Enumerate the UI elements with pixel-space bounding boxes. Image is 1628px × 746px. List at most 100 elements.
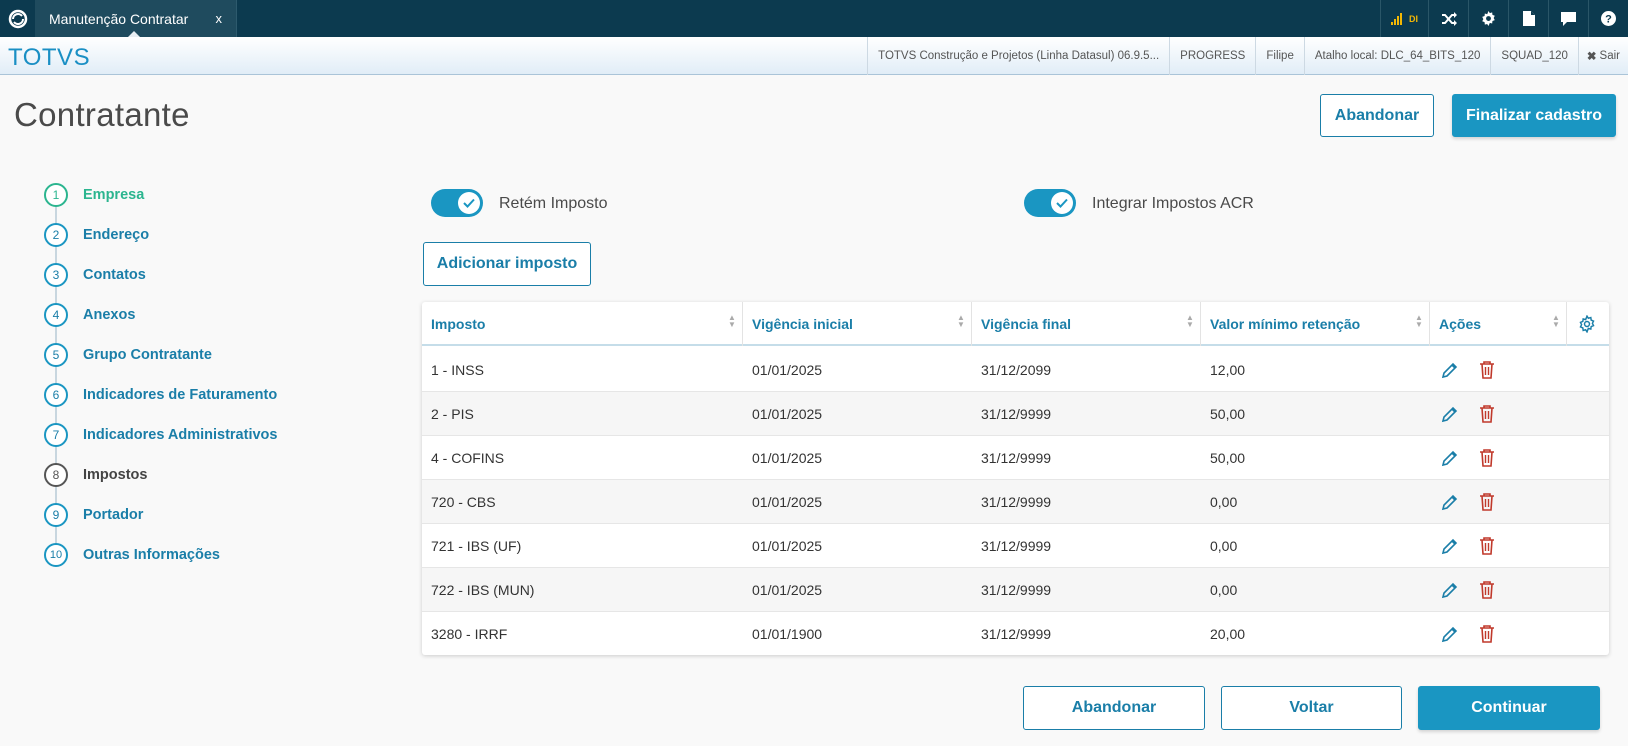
table-row: 721 - IBS (UF) 01/01/2025 31/12/9999 0,0… [422, 524, 1609, 568]
cell-valor-minimo: 50,00 [1210, 406, 1246, 422]
cell-valor-minimo: 0,00 [1210, 494, 1238, 510]
sort-icon[interactable]: ▲ ▼ [1415, 314, 1423, 329]
gear-icon[interactable] [1468, 0, 1508, 37]
totvs-logo-icon[interactable] [0, 0, 35, 37]
cell-vigencia-final: 31/12/9999 [981, 494, 1052, 510]
cell-vigencia-inicial: 01/01/2025 [752, 494, 823, 510]
continue-button[interactable]: Continuar [1418, 686, 1600, 730]
delete-trash-icon[interactable] [1476, 447, 1498, 469]
svg-text:?: ? [1605, 14, 1612, 26]
step-empresa[interactable]: 1 Empresa [44, 183, 144, 207]
table-row: 3280 - IRRF 01/01/1900 31/12/9999 20,00 [422, 612, 1609, 656]
integrar-impostos-acr-switch[interactable] [1024, 189, 1076, 217]
brand-logo: TOTVS [8, 44, 91, 71]
sort-icon[interactable]: ▲ ▼ [957, 314, 965, 329]
step-number: 8 [44, 463, 68, 487]
cell-vigencia-final: 31/12/9999 [981, 582, 1052, 598]
table-row: 722 - IBS (MUN) 01/01/2025 31/12/9999 0,… [422, 568, 1609, 612]
cell-imposto: 4 - COFINS [431, 450, 505, 466]
step-endereco[interactable]: 2 Endereço [44, 223, 149, 247]
step-number: 1 [44, 183, 68, 207]
table-row: 1 - INSS 01/01/2025 31/12/2099 12,00 [422, 348, 1609, 392]
add-tax-button[interactable]: Adicionar imposto [423, 242, 591, 286]
app-header: TOTVS TOTVS Construção e Projetos (Linha… [0, 37, 1628, 75]
step-number: 5 [44, 343, 68, 367]
header-info-squad: SQUAD_120 [1490, 37, 1577, 75]
logout-label: Sair [1599, 50, 1620, 62]
edit-pencil-icon[interactable] [1439, 579, 1461, 601]
step-number: 9 [44, 503, 68, 527]
step-grupo-contratante[interactable]: 5 Grupo Contratante [44, 343, 212, 367]
abandon-button-bottom[interactable]: Abandonar [1023, 686, 1205, 730]
cell-vigencia-inicial: 01/01/2025 [752, 406, 823, 422]
step-label: Grupo Contratante [83, 347, 212, 363]
cell-valor-minimo: 50,00 [1210, 450, 1246, 466]
step-anexos[interactable]: 4 Anexos [44, 303, 135, 327]
column-header-valor-minimo[interactable]: Valor mínimo retenção [1210, 302, 1360, 346]
table-row: 720 - CBS 01/01/2025 31/12/9999 0,00 [422, 480, 1609, 524]
header-info-shortcut: Atalho local: DLC_64_BITS_120 [1303, 37, 1491, 75]
edit-pencil-icon[interactable] [1439, 623, 1461, 645]
page-title: Contratante [14, 96, 190, 133]
signal-icon[interactable]: DI [1380, 0, 1428, 37]
chat-icon[interactable] [1548, 0, 1588, 37]
step-number: 10 [44, 543, 68, 567]
edit-pencil-icon[interactable] [1439, 403, 1461, 425]
step-portador[interactable]: 9 Portador [44, 503, 143, 527]
step-label: Endereço [83, 227, 150, 243]
edit-pencil-icon[interactable] [1439, 535, 1461, 557]
header-info-product: TOTVS Construção e Projetos (Linha Datas… [867, 37, 1169, 75]
step-contatos[interactable]: 3 Contatos [44, 263, 146, 287]
edit-pencil-icon[interactable] [1439, 447, 1461, 469]
delete-trash-icon[interactable] [1476, 403, 1498, 425]
finish-registration-button[interactable]: Finalizar cadastro [1452, 94, 1616, 137]
step-number: 2 [44, 223, 68, 247]
step-impostos[interactable]: 8 Impostos [44, 463, 147, 487]
step-number: 6 [44, 383, 68, 407]
abandon-button-top[interactable]: Abandonar [1320, 94, 1434, 137]
delete-trash-icon[interactable] [1476, 535, 1498, 557]
delete-trash-icon[interactable] [1476, 359, 1498, 381]
cell-imposto: 722 - IBS (MUN) [431, 582, 535, 598]
signal-label: DI [1409, 13, 1418, 24]
cell-imposto: 3280 - IRRF [431, 626, 508, 642]
retem-imposto-switch[interactable] [431, 189, 483, 217]
help-icon[interactable]: ? [1588, 0, 1628, 37]
delete-trash-icon[interactable] [1476, 579, 1498, 601]
cell-imposto: 2 - PIS [431, 406, 474, 422]
sort-icon[interactable]: ▲ ▼ [1186, 314, 1194, 329]
table-row: 4 - COFINS 01/01/2025 31/12/9999 50,00 [422, 436, 1609, 480]
cell-vigencia-final: 31/12/9999 [981, 538, 1052, 554]
cell-vigencia-final: 31/12/9999 [981, 626, 1052, 642]
logout-button[interactable]: ✖ Sair [1577, 37, 1628, 75]
step-outras-informacoes[interactable]: 10 Outras Informações [44, 543, 220, 567]
column-header-vigencia-final[interactable]: Vigência final [981, 302, 1071, 346]
column-divider [971, 302, 972, 346]
sort-icon[interactable]: ▲ ▼ [728, 314, 736, 329]
column-header-imposto[interactable]: Imposto [431, 302, 485, 346]
document-icon[interactable] [1508, 0, 1548, 37]
retem-imposto-label: Retém Imposto [499, 195, 608, 212]
step-indicadores-faturamento[interactable]: 6 Indicadores de Faturamento [44, 383, 277, 407]
sort-icon[interactable]: ▲ ▼ [1552, 314, 1560, 329]
step-indicadores-administrativos[interactable]: 7 Indicadores Administrativos [44, 423, 277, 447]
tab-close-button[interactable]: x [216, 11, 223, 26]
back-button[interactable]: Voltar [1221, 686, 1402, 730]
column-header-vigencia-inicial[interactable]: Vigência inicial [752, 302, 853, 346]
close-icon: ✖ [1586, 51, 1597, 63]
delete-trash-icon[interactable] [1476, 623, 1498, 645]
cell-imposto: 720 - CBS [431, 494, 496, 510]
delete-trash-icon[interactable] [1476, 491, 1498, 513]
shuffle-icon[interactable] [1428, 0, 1468, 37]
table-settings-gear-icon[interactable] [1578, 314, 1596, 334]
step-label: Outras Informações [83, 547, 220, 563]
edit-pencil-icon[interactable] [1439, 491, 1461, 513]
step-label: Empresa [83, 187, 145, 203]
tab-manutencao-contratar[interactable]: Manutenção Contratar x [35, 0, 237, 38]
tab-title: Manutenção Contratar [49, 10, 189, 27]
cell-valor-minimo: 12,00 [1210, 362, 1246, 378]
cell-imposto: 721 - IBS (UF) [431, 538, 522, 554]
column-divider [1200, 302, 1201, 346]
edit-pencil-icon[interactable] [1439, 359, 1461, 381]
table-row: 2 - PIS 01/01/2025 31/12/9999 50,00 [422, 392, 1609, 436]
